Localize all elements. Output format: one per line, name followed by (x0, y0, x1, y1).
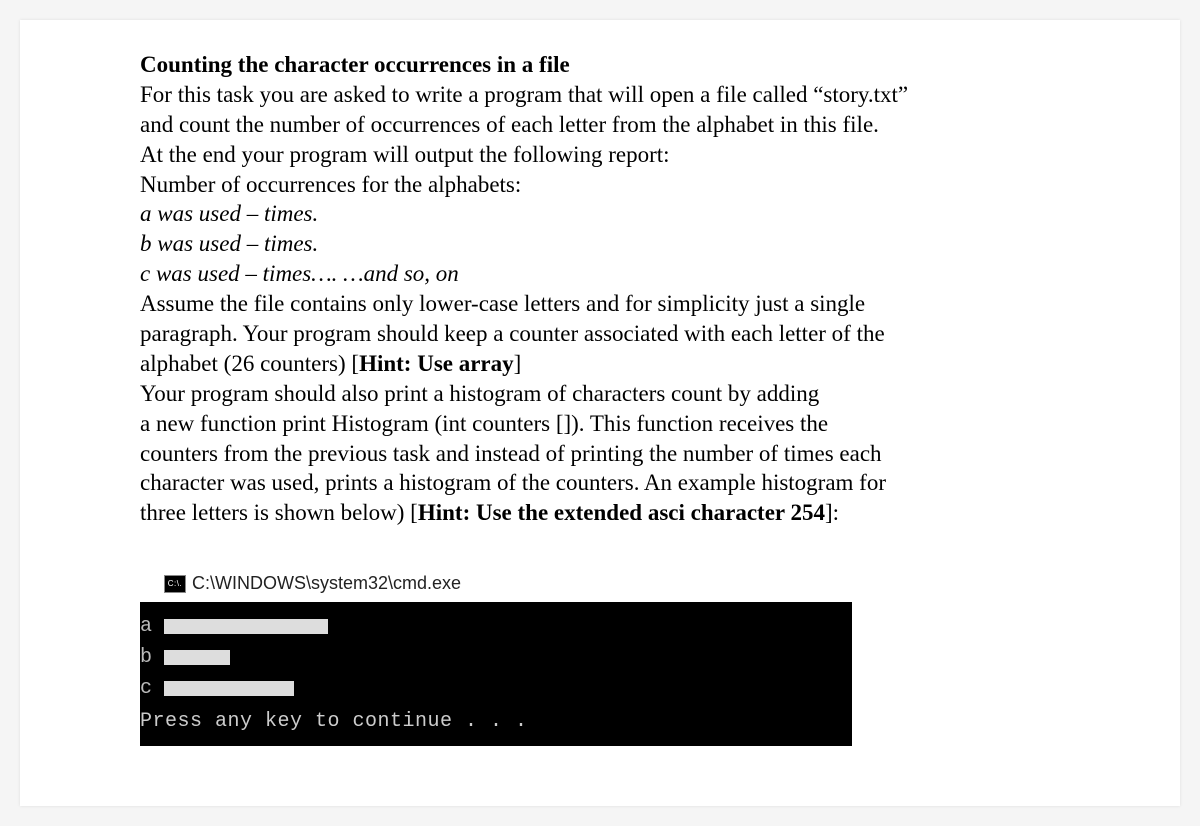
press-any-key: Press any key to continue . . . (140, 707, 846, 736)
italic-example-c: c was used – times…. …and so, on (140, 259, 1060, 289)
histogram-row-a: a (140, 612, 846, 641)
paragraph-line: Assume the file contains only lower-case… (140, 289, 1060, 319)
paragraph-line: Your program should also print a histogr… (140, 379, 1060, 409)
hint-ascii: Hint: Use the extended asci character 25… (418, 500, 825, 525)
paragraph-line: alphabet (26 counters) [Hint: Use array] (140, 349, 1060, 379)
text-span: ]: (825, 500, 839, 525)
paragraph-line: Number of occurrences for the alphabets: (140, 170, 1060, 200)
histogram-label-b: b (140, 643, 154, 672)
paragraph-line: For this task you are asked to write a p… (140, 80, 1060, 110)
spacer (140, 528, 1060, 573)
paragraph-line: At the end your program will output the … (140, 140, 1060, 170)
paragraph-line: a new function print Histogram (int coun… (140, 409, 1060, 439)
hint-array: Hint: Use array (359, 351, 514, 376)
document-title: Counting the character occurrences in a … (140, 50, 1060, 80)
paragraph-line: three letters is shown below) [Hint: Use… (140, 498, 1060, 528)
histogram-label-c: c (140, 674, 154, 703)
italic-example-a: a was used – times. (140, 199, 1060, 229)
histogram-row-b: b (140, 643, 846, 672)
histogram-row-c: c (140, 674, 846, 703)
paragraph-line: counters from the previous task and inst… (140, 439, 1060, 469)
text-span: alphabet (26 counters) [ (140, 351, 359, 376)
paragraph-line: character was used, prints a histogram o… (140, 468, 1060, 498)
cmd-icon: C:\. (164, 575, 186, 593)
text-span: ] (514, 351, 522, 376)
console-title-bar: C:\. C:\WINDOWS\system32\cmd.exe (164, 573, 1060, 594)
histogram-bar-a (164, 619, 328, 634)
console-window: a b c Press any key to continue . . . (140, 602, 852, 746)
histogram-bar-c (164, 681, 294, 696)
histogram-bar-b (164, 650, 230, 665)
paragraph-line: paragraph. Your program should keep a co… (140, 319, 1060, 349)
document-page: Counting the character occurrences in a … (20, 20, 1180, 806)
console-title-text: C:\WINDOWS\system32\cmd.exe (192, 573, 461, 594)
paragraph-line: and count the number of occurrences of e… (140, 110, 1060, 140)
histogram-label-a: a (140, 612, 154, 641)
text-span: three letters is shown below) [ (140, 500, 418, 525)
italic-example-b: b was used – times. (140, 229, 1060, 259)
